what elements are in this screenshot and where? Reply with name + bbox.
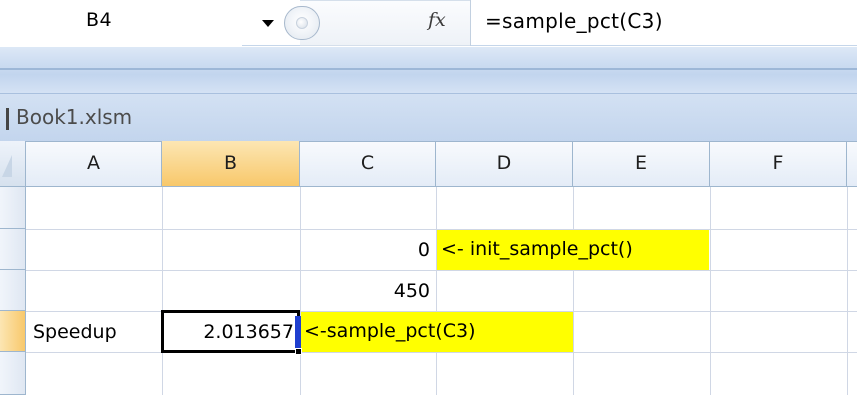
column-header-b[interactable]: B: [162, 141, 300, 187]
cell-c4[interactable]: <-sample_pct(C3): [301, 312, 573, 352]
formula-bar-expand-button[interactable]: [284, 6, 320, 40]
column-header-e[interactable]: E: [573, 141, 710, 187]
workbook-title-bar[interactable]: Book1.xlsm: [0, 93, 857, 141]
name-box-value: B4: [86, 9, 113, 31]
workbook-window-edge: [6, 108, 9, 130]
formula-bar-separator: [470, 0, 471, 46]
column-header-d[interactable]: D: [436, 141, 573, 187]
column-header-c[interactable]: C: [300, 141, 436, 187]
grid-line: [573, 187, 574, 395]
name-box-dropdown-icon[interactable]: [262, 20, 274, 27]
row-header-5[interactable]: [0, 352, 26, 395]
workbook-title: Book1.xlsm: [16, 105, 133, 129]
fill-handle[interactable]: [295, 348, 302, 355]
grid-line: [162, 187, 163, 395]
grid-line: [847, 187, 848, 395]
row-header-1[interactable]: [0, 187, 26, 229]
select-all-corner[interactable]: [0, 141, 26, 187]
column-header-f[interactable]: F: [710, 141, 847, 187]
cell-d2[interactable]: <- init_sample_pct(): [437, 230, 709, 270]
cell-a4[interactable]: Speedup: [27, 313, 161, 351]
grid-line: [436, 187, 437, 395]
cell-c3[interactable]: 450: [300, 272, 435, 310]
ribbon-band: [0, 47, 857, 93]
cell-b4[interactable]: 2.013657: [164, 313, 296, 351]
circle-icon: [296, 17, 308, 29]
select-all-icon: [2, 155, 12, 177]
cell-c2[interactable]: 0: [300, 231, 435, 269]
column-header-a[interactable]: A: [26, 141, 162, 187]
grid-line: [26, 270, 857, 271]
ribbon-divider: [0, 68, 857, 70]
row-header-2[interactable]: [0, 229, 26, 270]
formula-bar: B4 fx =sample_pct(C3): [0, 0, 857, 46]
insert-function-icon[interactable]: fx: [428, 9, 446, 31]
name-box[interactable]: B4: [0, 0, 242, 46]
formula-input[interactable]: =sample_pct(C3): [485, 9, 663, 33]
grid-line: [710, 187, 711, 395]
row-header-3[interactable]: [0, 270, 26, 311]
row-header-4[interactable]: [0, 311, 26, 352]
grid-line: [26, 352, 857, 353]
